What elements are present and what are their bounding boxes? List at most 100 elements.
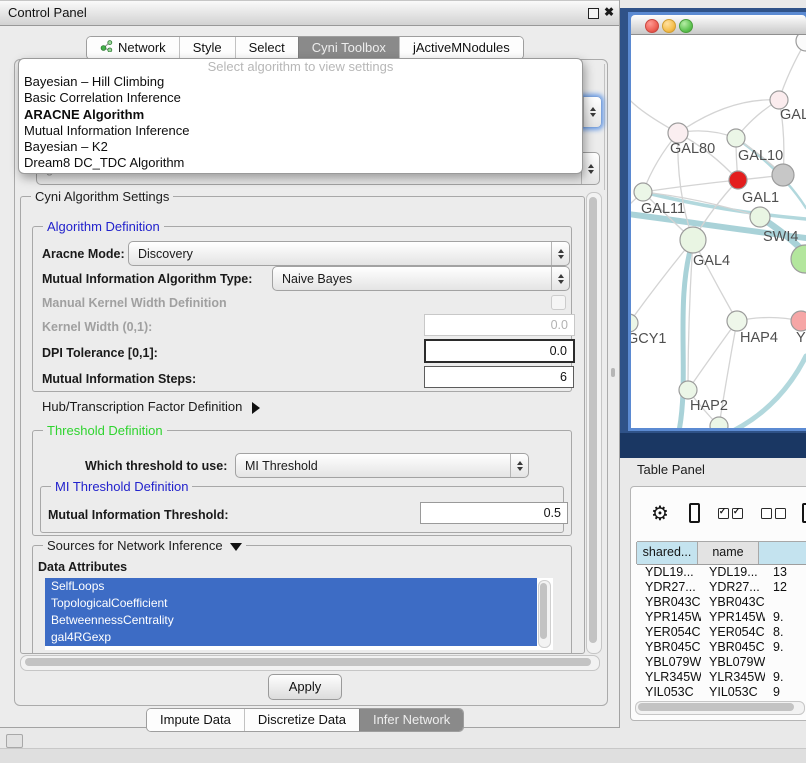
dpi-tolerance-field[interactable]: 0.0 [424, 339, 575, 363]
column-header-shared[interactable]: shared... [636, 542, 698, 564]
panel-grip-icon[interactable] [6, 734, 23, 748]
network-node-label: GAL10 [738, 148, 783, 164]
network-edge[interactable] [688, 321, 737, 390]
attribute-item-betweennesscentrality[interactable]: BetweennessCentrality [45, 612, 537, 629]
table-row[interactable]: YBL079WYBL079W [637, 655, 806, 670]
algorithm-option-bayesian-k2[interactable]: Bayesian – K2 [19, 139, 582, 155]
network-node-gal4[interactable] [680, 227, 706, 253]
network-node[interactable] [772, 164, 794, 186]
table-row[interactable]: YDR27...YDR27...12 [637, 580, 806, 595]
which-threshold-combobox[interactable]: MI Threshold [235, 453, 529, 478]
table-row[interactable]: YER054CYER054C8. [637, 625, 806, 640]
settings-vertical-scrollbar[interactable] [586, 192, 602, 654]
algorithm-option-mutual-information-inference[interactable]: Mutual Information Inference [19, 123, 582, 139]
minimize-light-icon[interactable] [662, 19, 676, 33]
network-window[interactable]: GALGAL80GAL10GAL1GAL11SWI4GAL4GCY1HAP4YH… [628, 12, 806, 431]
tab-style[interactable]: Style [179, 37, 235, 59]
list-scrollbar-thumb[interactable] [540, 583, 547, 639]
list-scrollbar[interactable] [538, 580, 551, 648]
data-attributes-list[interactable]: SelfLoopsTopologicalCoefficientBetweenne… [45, 578, 553, 650]
mi-threshold-field[interactable]: 0.5 [420, 502, 568, 524]
column-header-cut[interactable] [758, 542, 806, 564]
partial-column-icon[interactable] [802, 503, 806, 523]
network-node-label: HAP4 [740, 330, 778, 346]
window-title: Control Panel [8, 5, 87, 20]
attribute-item-selfloops[interactable]: SelfLoops [45, 578, 537, 595]
algorithm-option-bayesian-hill-climbing[interactable]: Bayesian – Hill Climbing [19, 74, 582, 90]
tab-network[interactable]: Network [87, 37, 179, 59]
network-node-swi4[interactable] [750, 207, 770, 227]
settings-group-title: Cyni Algorithm Settings [31, 189, 173, 204]
table-panel: ⚙ shared... name YDL19...YDL19...13YDR27… [630, 486, 806, 721]
settings-hscroll-thumb[interactable] [25, 658, 591, 666]
network-node[interactable] [796, 35, 806, 51]
attribute-item-topologicalcoefficient[interactable]: TopologicalCoefficient [45, 595, 537, 612]
table-row[interactable]: YLR345WYLR345W9. [637, 670, 806, 685]
checked-pair-icon[interactable] [718, 508, 743, 519]
table-row[interactable]: YIL053CYIL053C9 [637, 685, 806, 697]
network-node-hap4[interactable] [727, 311, 747, 331]
mi-type-label: Mutual Information Algorithm Type: [42, 272, 252, 286]
network-node[interactable] [791, 245, 806, 273]
table-row[interactable]: YPR145WYPR145W9. [637, 610, 806, 625]
kernel-width-field[interactable]: 0.0 [424, 314, 575, 336]
float-icon[interactable] [588, 8, 599, 19]
mi-steps-label: Mutual Information Steps: [42, 372, 196, 386]
tab-impute-data[interactable]: Impute Data [147, 709, 244, 731]
network-node-gcy1[interactable] [631, 314, 638, 332]
table-row[interactable]: YBR045CYBR045C9. [637, 640, 806, 655]
node-table: shared... name YDL19...YDL19...13YDR27..… [637, 541, 806, 697]
tab-discretize-data[interactable]: Discretize Data [244, 709, 359, 731]
panel-splitter-handle[interactable] [611, 368, 615, 377]
close-icon[interactable]: ✖ [604, 5, 614, 19]
algorithm-option-basic-correlation-inference[interactable]: Basic Correlation Inference [19, 90, 582, 106]
column-header-name[interactable]: name [697, 542, 759, 564]
mi-steps-field[interactable]: 6 [424, 366, 574, 388]
mi-threshold-label: Mutual Information Threshold: [48, 508, 229, 522]
table-cell [765, 655, 806, 670]
table-cell: YDL19... [637, 565, 701, 580]
gear-icon[interactable]: ⚙ [651, 501, 669, 526]
network-node-gal10[interactable] [727, 129, 745, 147]
tab-cyni-toolbox[interactable]: Cyni Toolbox [298, 37, 399, 59]
table-panel-title: Table Panel [637, 462, 705, 477]
tab-jactivemnodules[interactable]: jActiveMNodules [399, 37, 523, 59]
table-header-row: shared... name [637, 541, 806, 565]
settings-vscroll-thumb[interactable] [589, 197, 597, 643]
network-node-hap2[interactable] [679, 381, 697, 399]
table-cell: YDL19... [701, 565, 765, 580]
manual-kernel-checkbox[interactable] [551, 295, 566, 310]
settings-horizontal-scrollbar[interactable] [20, 655, 600, 671]
control-panel-titlebar[interactable]: Control Panel ✖ [0, 0, 619, 26]
table-row[interactable]: YDL19...YDL19...13 [637, 565, 806, 580]
close-light-icon[interactable] [645, 19, 659, 33]
network-graph: GALGAL80GAL10GAL1GAL11SWI4GAL4GCY1HAP4YH… [631, 35, 806, 428]
network-edge[interactable] [643, 180, 738, 192]
unchecked-pair-icon[interactable] [761, 508, 786, 519]
table-row[interactable]: YBR043CYBR043C [637, 595, 806, 610]
tab-select[interactable]: Select [235, 37, 298, 59]
mi-type-combobox[interactable]: Naive Bayes [272, 266, 570, 291]
mi-threshold-group-title: MI Threshold Definition [51, 479, 192, 494]
network-node-gal1[interactable] [729, 171, 747, 189]
network-edge[interactable] [678, 100, 779, 133]
algorithm-option-dream8-dc-tdc-algorithm[interactable]: Dream8 DC_TDC Algorithm [19, 155, 582, 171]
hub-section-toggle[interactable]: Hub/Transcription Factor Definition [42, 399, 260, 414]
table-horizontal-scrollbar[interactable] [635, 701, 805, 715]
network-node-label: GAL4 [693, 253, 730, 269]
network-edge[interactable] [733, 356, 806, 428]
network-window-titlebar[interactable] [631, 15, 806, 35]
network-node-gal80[interactable] [668, 123, 688, 143]
network-node-label: GAL [780, 107, 806, 123]
split-columns-icon[interactable] [689, 503, 700, 523]
tab-infer-network[interactable]: Infer Network [359, 709, 463, 731]
network-node-gal11[interactable] [634, 183, 652, 201]
zoom-light-icon[interactable] [679, 19, 693, 33]
network-node-y[interactable] [791, 311, 806, 331]
algorithm-option-aracne-algorithm[interactable]: ARACNE Algorithm [19, 107, 582, 123]
aracne-mode-combobox[interactable]: Discovery [128, 241, 570, 266]
attribute-item-gal4rgexp[interactable]: gal4RGexp [45, 629, 537, 646]
table-hscroll-thumb[interactable] [638, 703, 794, 711]
apply-button[interactable]: Apply [268, 674, 342, 700]
network-canvas[interactable]: GALGAL80GAL10GAL1GAL11SWI4GAL4GCY1HAP4YH… [631, 35, 806, 428]
